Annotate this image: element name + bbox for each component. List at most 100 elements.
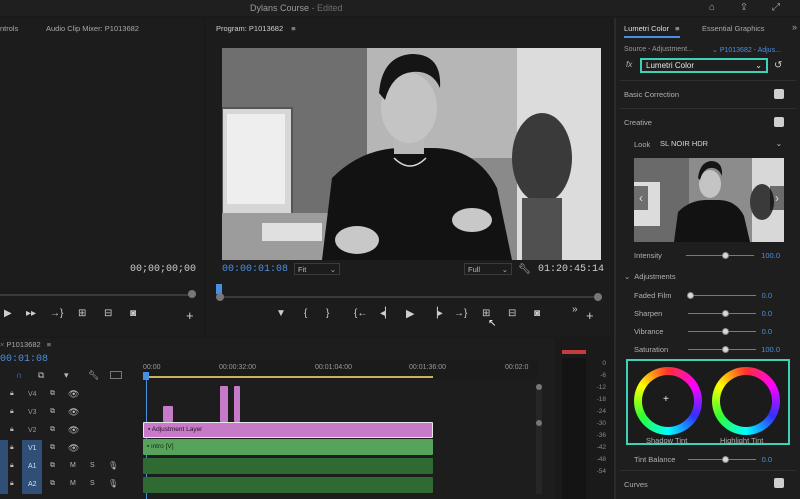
tab-audio-clip-mixer[interactable]: Audio Clip Mixer: P1013682 bbox=[46, 24, 139, 44]
add-button-icon[interactable]: + bbox=[186, 308, 194, 323]
audio-clip-a2[interactable] bbox=[143, 477, 433, 493]
crosshair-icon[interactable]: + bbox=[663, 394, 669, 405]
snap-icon[interactable]: ∩ bbox=[16, 370, 22, 380]
next-look-icon[interactable]: › bbox=[770, 186, 784, 210]
sharpen-knob[interactable] bbox=[722, 310, 729, 317]
tint-balance-value[interactable]: 0.0 bbox=[748, 455, 772, 464]
saturation-knob[interactable] bbox=[722, 346, 729, 353]
sync-icon[interactable]: ⧉ bbox=[50, 408, 55, 416]
eye-icon[interactable]: 👁︎ bbox=[68, 389, 79, 400]
more-tabs-icon[interactable]: » bbox=[792, 22, 797, 42]
mark-in-icon[interactable]: { bbox=[304, 308, 307, 319]
timeline-scrollbar[interactable] bbox=[536, 384, 542, 494]
adjustment-clip-v3[interactable] bbox=[163, 406, 173, 422]
wrench-icon[interactable]: 🔧︎ bbox=[88, 370, 99, 381]
source-patch[interactable] bbox=[0, 440, 8, 458]
add-marker-icon[interactable]: ▾ bbox=[64, 370, 69, 381]
scrubber-end-handle[interactable] bbox=[594, 293, 602, 301]
captions-icon[interactable] bbox=[110, 371, 122, 379]
step-forward-icon[interactable]: ▕▸ bbox=[430, 308, 443, 319]
adjustment-clip-v4[interactable] bbox=[220, 386, 228, 422]
sync-icon[interactable]: ⧉ bbox=[50, 390, 55, 398]
creative-header[interactable]: Creative bbox=[624, 118, 652, 127]
previous-look-icon[interactable]: ‹ bbox=[634, 186, 648, 210]
source-label[interactable]: Source - Adjustment... bbox=[624, 46, 693, 53]
scrubber-start-handle[interactable] bbox=[216, 293, 224, 301]
tab-program[interactable]: Program: P1013682 ≡ bbox=[216, 24, 296, 44]
source-clip[interactable]: ⌄ P1013682 - Adjus... bbox=[712, 46, 781, 54]
basic-correction-checkbox[interactable] bbox=[774, 89, 784, 99]
program-scrubber[interactable] bbox=[218, 296, 602, 298]
sync-icon[interactable]: ⧉ bbox=[50, 444, 55, 452]
microphone-icon[interactable]: 🎙︎ bbox=[108, 479, 118, 488]
more-controls-icon[interactable]: » bbox=[572, 304, 578, 315]
mute-button[interactable]: M bbox=[70, 462, 76, 469]
lock-icon[interactable]: 🔒︎ bbox=[10, 480, 14, 488]
camera-icon[interactable]: ◙ bbox=[130, 308, 136, 319]
clip-indicator[interactable] bbox=[562, 350, 586, 354]
mute-button[interactable]: M bbox=[70, 480, 76, 487]
faded-film-value[interactable]: 0.0 bbox=[748, 291, 772, 300]
basic-correction-header[interactable]: Basic Correction bbox=[624, 90, 679, 99]
share-icon[interactable]: ⇪ bbox=[738, 2, 750, 14]
wrench-icon[interactable]: 🔧︎ bbox=[518, 264, 531, 275]
faded-film-slider[interactable] bbox=[688, 295, 756, 296]
curves-header[interactable]: Curves bbox=[624, 480, 648, 489]
work-area-bar[interactable] bbox=[143, 376, 433, 378]
solo-button[interactable]: S bbox=[90, 480, 95, 487]
time-ruler[interactable]: 00:00 00:00:32:00 00:01:04:00 00:01:36:0… bbox=[143, 360, 538, 380]
solo-button[interactable]: S bbox=[90, 462, 95, 469]
add-button-icon[interactable]: + bbox=[586, 308, 594, 323]
mark-out-icon[interactable]: } bbox=[326, 308, 329, 319]
creative-checkbox[interactable] bbox=[774, 117, 784, 127]
adjustment-clip-v4[interactable] bbox=[234, 386, 240, 422]
fullscreen-icon[interactable]: ⤢ bbox=[770, 2, 782, 14]
tab-effect-controls[interactable]: ntrols bbox=[0, 24, 18, 44]
intensity-slider[interactable] bbox=[686, 255, 754, 256]
timeline-timecode[interactable]: 00:01:08 bbox=[0, 354, 48, 365]
vibrance-knob[interactable] bbox=[722, 328, 729, 335]
linked-selection-icon[interactable]: ⧉ bbox=[38, 370, 44, 381]
overwrite-icon[interactable]: ⊟ bbox=[104, 308, 112, 319]
lock-icon[interactable]: 🔒︎ bbox=[10, 390, 14, 398]
lock-icon[interactable]: 🔒︎ bbox=[10, 444, 14, 452]
reset-icon[interactable]: ↺ bbox=[774, 60, 782, 71]
tab-lumetri-color[interactable]: Lumetri Color ≡ bbox=[624, 24, 680, 38]
timeline-playhead[interactable] bbox=[143, 372, 149, 380]
tab-essential-graphics[interactable]: Essential Graphics bbox=[702, 24, 765, 44]
fit-dropdown[interactable]: Fit ⌄ bbox=[294, 263, 340, 275]
resolution-dropdown[interactable]: Full ⌄ bbox=[464, 263, 512, 275]
add-marker-icon[interactable]: ▼ bbox=[276, 308, 286, 319]
eye-icon[interactable]: 👁︎ bbox=[68, 425, 79, 436]
sync-icon[interactable]: ⧉ bbox=[50, 462, 55, 470]
eye-icon[interactable]: 👁︎ bbox=[68, 407, 79, 418]
vibrance-value[interactable]: 0.0 bbox=[748, 327, 772, 336]
shadow-tint-wheel[interactable]: + bbox=[634, 367, 702, 435]
source-scrubber[interactable] bbox=[0, 294, 196, 296]
lock-icon[interactable]: 🔒︎ bbox=[10, 408, 14, 416]
source-patch[interactable] bbox=[0, 458, 8, 476]
play-icon[interactable]: ▶ bbox=[4, 308, 12, 319]
export-frame-icon[interactable]: ◙ bbox=[534, 308, 540, 319]
effect-selector-dropdown[interactable]: Lumetri Color ⌄ bbox=[640, 58, 768, 73]
look-dropdown[interactable]: SL NOIR HDR ⌄ bbox=[656, 138, 786, 150]
adjustment-layer-clip[interactable]: ▪ Adjustment Layer bbox=[143, 422, 433, 438]
highlight-tint-wheel[interactable] bbox=[712, 367, 780, 435]
intensity-knob[interactable] bbox=[722, 252, 729, 259]
tint-balance-knob[interactable] bbox=[722, 456, 729, 463]
home-icon[interactable]: ⌂ bbox=[706, 2, 718, 14]
tab-sequence[interactable]: × P1013682 ≡ bbox=[0, 340, 51, 352]
faded-film-knob[interactable] bbox=[687, 292, 694, 299]
go-to-in-icon[interactable]: {← bbox=[354, 308, 367, 319]
lock-icon[interactable]: 🔒︎ bbox=[10, 426, 14, 434]
step-back-icon[interactable]: ◂▏ bbox=[380, 308, 393, 319]
saturation-value[interactable]: 100.0 bbox=[756, 345, 780, 354]
audio-clip-a1[interactable] bbox=[143, 458, 433, 474]
sync-icon[interactable]: ⧉ bbox=[50, 426, 55, 434]
adjustments-header[interactable]: ⌄ Adjustments bbox=[624, 272, 676, 281]
insert-icon[interactable]: ⊞ bbox=[78, 308, 86, 319]
sharpen-value[interactable]: 0.0 bbox=[748, 309, 772, 318]
play-icon[interactable]: ▶ bbox=[406, 307, 414, 320]
go-to-out-icon[interactable]: →} bbox=[50, 308, 63, 319]
program-playhead-timecode[interactable]: 00:00:01:08 bbox=[222, 264, 288, 275]
